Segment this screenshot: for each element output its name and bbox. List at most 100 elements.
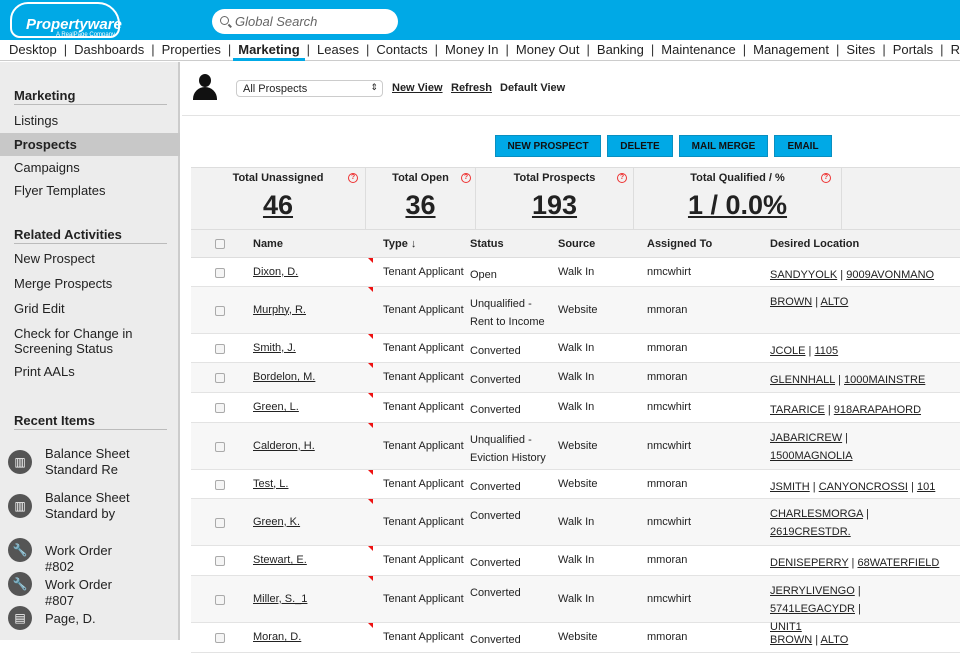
location-link[interactable]: SANDYYOLK xyxy=(770,269,837,281)
location-link[interactable]: 101 xyxy=(917,481,935,493)
mail-merge-button[interactable]: MAIL MERGE xyxy=(679,135,768,157)
nav-banking[interactable]: Banking xyxy=(597,42,644,57)
global-search-input[interactable]: Global Search xyxy=(212,9,398,34)
recent-item[interactable]: ▥ Balance Sheet Standard by xyxy=(8,490,178,524)
nav-sites[interactable]: Sites xyxy=(846,42,875,57)
recent-item-label: Balance Sheet Standard Re xyxy=(45,446,130,477)
location-link[interactable]: CANYONCROSSI xyxy=(819,481,908,493)
stat-value[interactable]: 36 xyxy=(366,190,475,221)
nav-properties[interactable]: Properties xyxy=(162,42,221,57)
location-link[interactable]: ALTO xyxy=(821,296,849,308)
location-link[interactable]: 68WATERFIELD xyxy=(857,557,939,569)
stat-value[interactable]: 193 xyxy=(476,190,633,221)
prospect-name-link[interactable]: Green, K. xyxy=(253,516,300,528)
sidebar-item-flyer-templates[interactable]: Flyer Templates xyxy=(14,183,106,198)
row-checkbox[interactable] xyxy=(215,267,225,278)
location-link[interactable]: CHARLESMORGA xyxy=(770,508,863,520)
location-link[interactable]: 1000MAINSTRE xyxy=(844,374,925,386)
location-link[interactable]: 2619CRESTDR. xyxy=(770,526,851,538)
nav-contacts[interactable]: Contacts xyxy=(376,42,427,57)
delete-button[interactable]: DELETE xyxy=(607,135,673,157)
location-link[interactable]: GLENNHALL xyxy=(770,374,835,386)
view-select[interactable]: All Prospects ⇕ xyxy=(236,80,383,97)
select-all-checkbox[interactable] xyxy=(215,239,225,249)
location-link[interactable]: JABARICREW xyxy=(770,432,842,444)
help-icon[interactable]: ? xyxy=(617,173,627,183)
location-link[interactable]: 1500MAGNOLIA xyxy=(770,450,853,462)
new-view-link[interactable]: New View xyxy=(392,82,443,94)
nav-management[interactable]: Management xyxy=(753,42,829,57)
row-checkbox[interactable] xyxy=(215,343,225,354)
check-screening-link[interactable]: Check for Change in Screening Status xyxy=(14,326,154,356)
location-link[interactable]: ALTO xyxy=(821,634,849,646)
source-cell: Website xyxy=(558,631,598,643)
propertyware-logo[interactable]: Propertyware A RealPage Company xyxy=(10,2,122,38)
prospect-name-link[interactable]: Miller, S._1 xyxy=(253,593,307,605)
col-assigned[interactable]: Assigned To xyxy=(647,238,712,250)
col-location[interactable]: Desired Location xyxy=(770,238,859,250)
prospect-name-link[interactable]: Calderon, H. xyxy=(253,440,315,452)
sidebar-item-listings[interactable]: Listings xyxy=(14,113,58,128)
location-link[interactable]: JCOLE xyxy=(770,345,805,357)
nav-dashboards[interactable]: Dashboards xyxy=(74,42,144,57)
type-cell: Tenant Applicant xyxy=(383,554,464,566)
nav-money-out[interactable]: Money Out xyxy=(516,42,580,57)
nav-desktop[interactable]: Desktop xyxy=(9,42,57,57)
prospect-name-link[interactable]: Murphy, R. xyxy=(253,304,306,316)
prospect-name-link[interactable]: Bordelon, M. xyxy=(253,371,315,383)
nav-repo[interactable]: Repo xyxy=(951,42,960,57)
location-link[interactable]: 918ARAPAHORD xyxy=(834,404,921,416)
location-link[interactable]: JSMITH xyxy=(770,481,810,493)
prospect-name-link[interactable]: Stewart, E. xyxy=(253,554,307,566)
nav-marketing[interactable]: Marketing xyxy=(233,42,306,61)
row-checkbox[interactable] xyxy=(215,633,225,643)
row-checkbox[interactable] xyxy=(215,441,225,452)
col-type[interactable]: Type ↓ xyxy=(383,238,416,250)
new-prospect-button[interactable]: NEW PROSPECT xyxy=(495,135,601,157)
prospect-name-link[interactable]: Test, L. xyxy=(253,478,288,490)
prospect-name-link[interactable]: Green, L. xyxy=(253,401,299,413)
prospect-name-link[interactable]: Moran, D. xyxy=(253,631,301,643)
nav-maintenance[interactable]: Maintenance xyxy=(661,42,735,57)
col-name[interactable]: Name xyxy=(253,238,283,250)
help-icon[interactable]: ? xyxy=(348,173,358,183)
nav-leases[interactable]: Leases xyxy=(317,42,359,57)
prospect-name-link[interactable]: Smith, J. xyxy=(253,342,296,354)
col-status[interactable]: Status xyxy=(470,238,504,250)
help-icon[interactable]: ? xyxy=(821,173,831,183)
row-checkbox[interactable] xyxy=(215,479,225,490)
recent-item[interactable]: 🔧 Work Order #802 xyxy=(8,534,178,574)
stat-value[interactable]: 46 xyxy=(191,190,365,221)
row-checkbox[interactable] xyxy=(215,594,225,605)
col-source[interactable]: Source xyxy=(558,238,595,250)
help-icon[interactable]: ? xyxy=(461,173,471,183)
prospect-name-link[interactable]: Dixon, D. xyxy=(253,266,298,278)
row-checkbox[interactable] xyxy=(215,556,225,566)
recent-item[interactable]: 🔧 Work Order #807 xyxy=(8,568,178,608)
sidebar-item-campaigns[interactable]: Campaigns xyxy=(14,160,80,175)
location-link[interactable]: 9009AVONMANO xyxy=(846,269,934,281)
location-link[interactable]: DENISEPERRY xyxy=(770,557,848,569)
row-checkbox[interactable] xyxy=(215,373,225,383)
merge-prospects-link[interactable]: Merge Prospects xyxy=(14,276,112,291)
stat-value[interactable]: 1 / 0.0% xyxy=(634,190,841,221)
sidebar-item-prospects[interactable]: Prospects xyxy=(14,137,77,152)
recent-item[interactable]: ▥ Balance Sheet Standard Re xyxy=(8,446,178,480)
row-checkbox[interactable] xyxy=(215,403,225,413)
location-link[interactable]: TARARICE xyxy=(770,404,825,416)
nav-portals[interactable]: Portals xyxy=(893,42,933,57)
email-button[interactable]: EMAIL xyxy=(774,135,832,157)
location-link[interactable]: 5741LEGACYDR xyxy=(770,603,855,615)
new-prospect-link[interactable]: New Prospect xyxy=(14,251,95,266)
refresh-link[interactable]: Refresh xyxy=(451,82,492,94)
grid-edit-link[interactable]: Grid Edit xyxy=(14,301,65,316)
print-aals-link[interactable]: Print AALs xyxy=(14,364,75,379)
location-link[interactable]: JERRYLIVENGO xyxy=(770,585,855,597)
location-link[interactable]: BROWN xyxy=(770,296,812,308)
nav-money-in[interactable]: Money In xyxy=(445,42,498,57)
row-checkbox[interactable] xyxy=(215,305,225,316)
location-link[interactable]: BROWN xyxy=(770,634,812,646)
recent-item[interactable]: ▤ Page, D. xyxy=(8,602,178,636)
row-checkbox[interactable] xyxy=(215,517,225,528)
location-link[interactable]: 1105 xyxy=(814,345,838,357)
